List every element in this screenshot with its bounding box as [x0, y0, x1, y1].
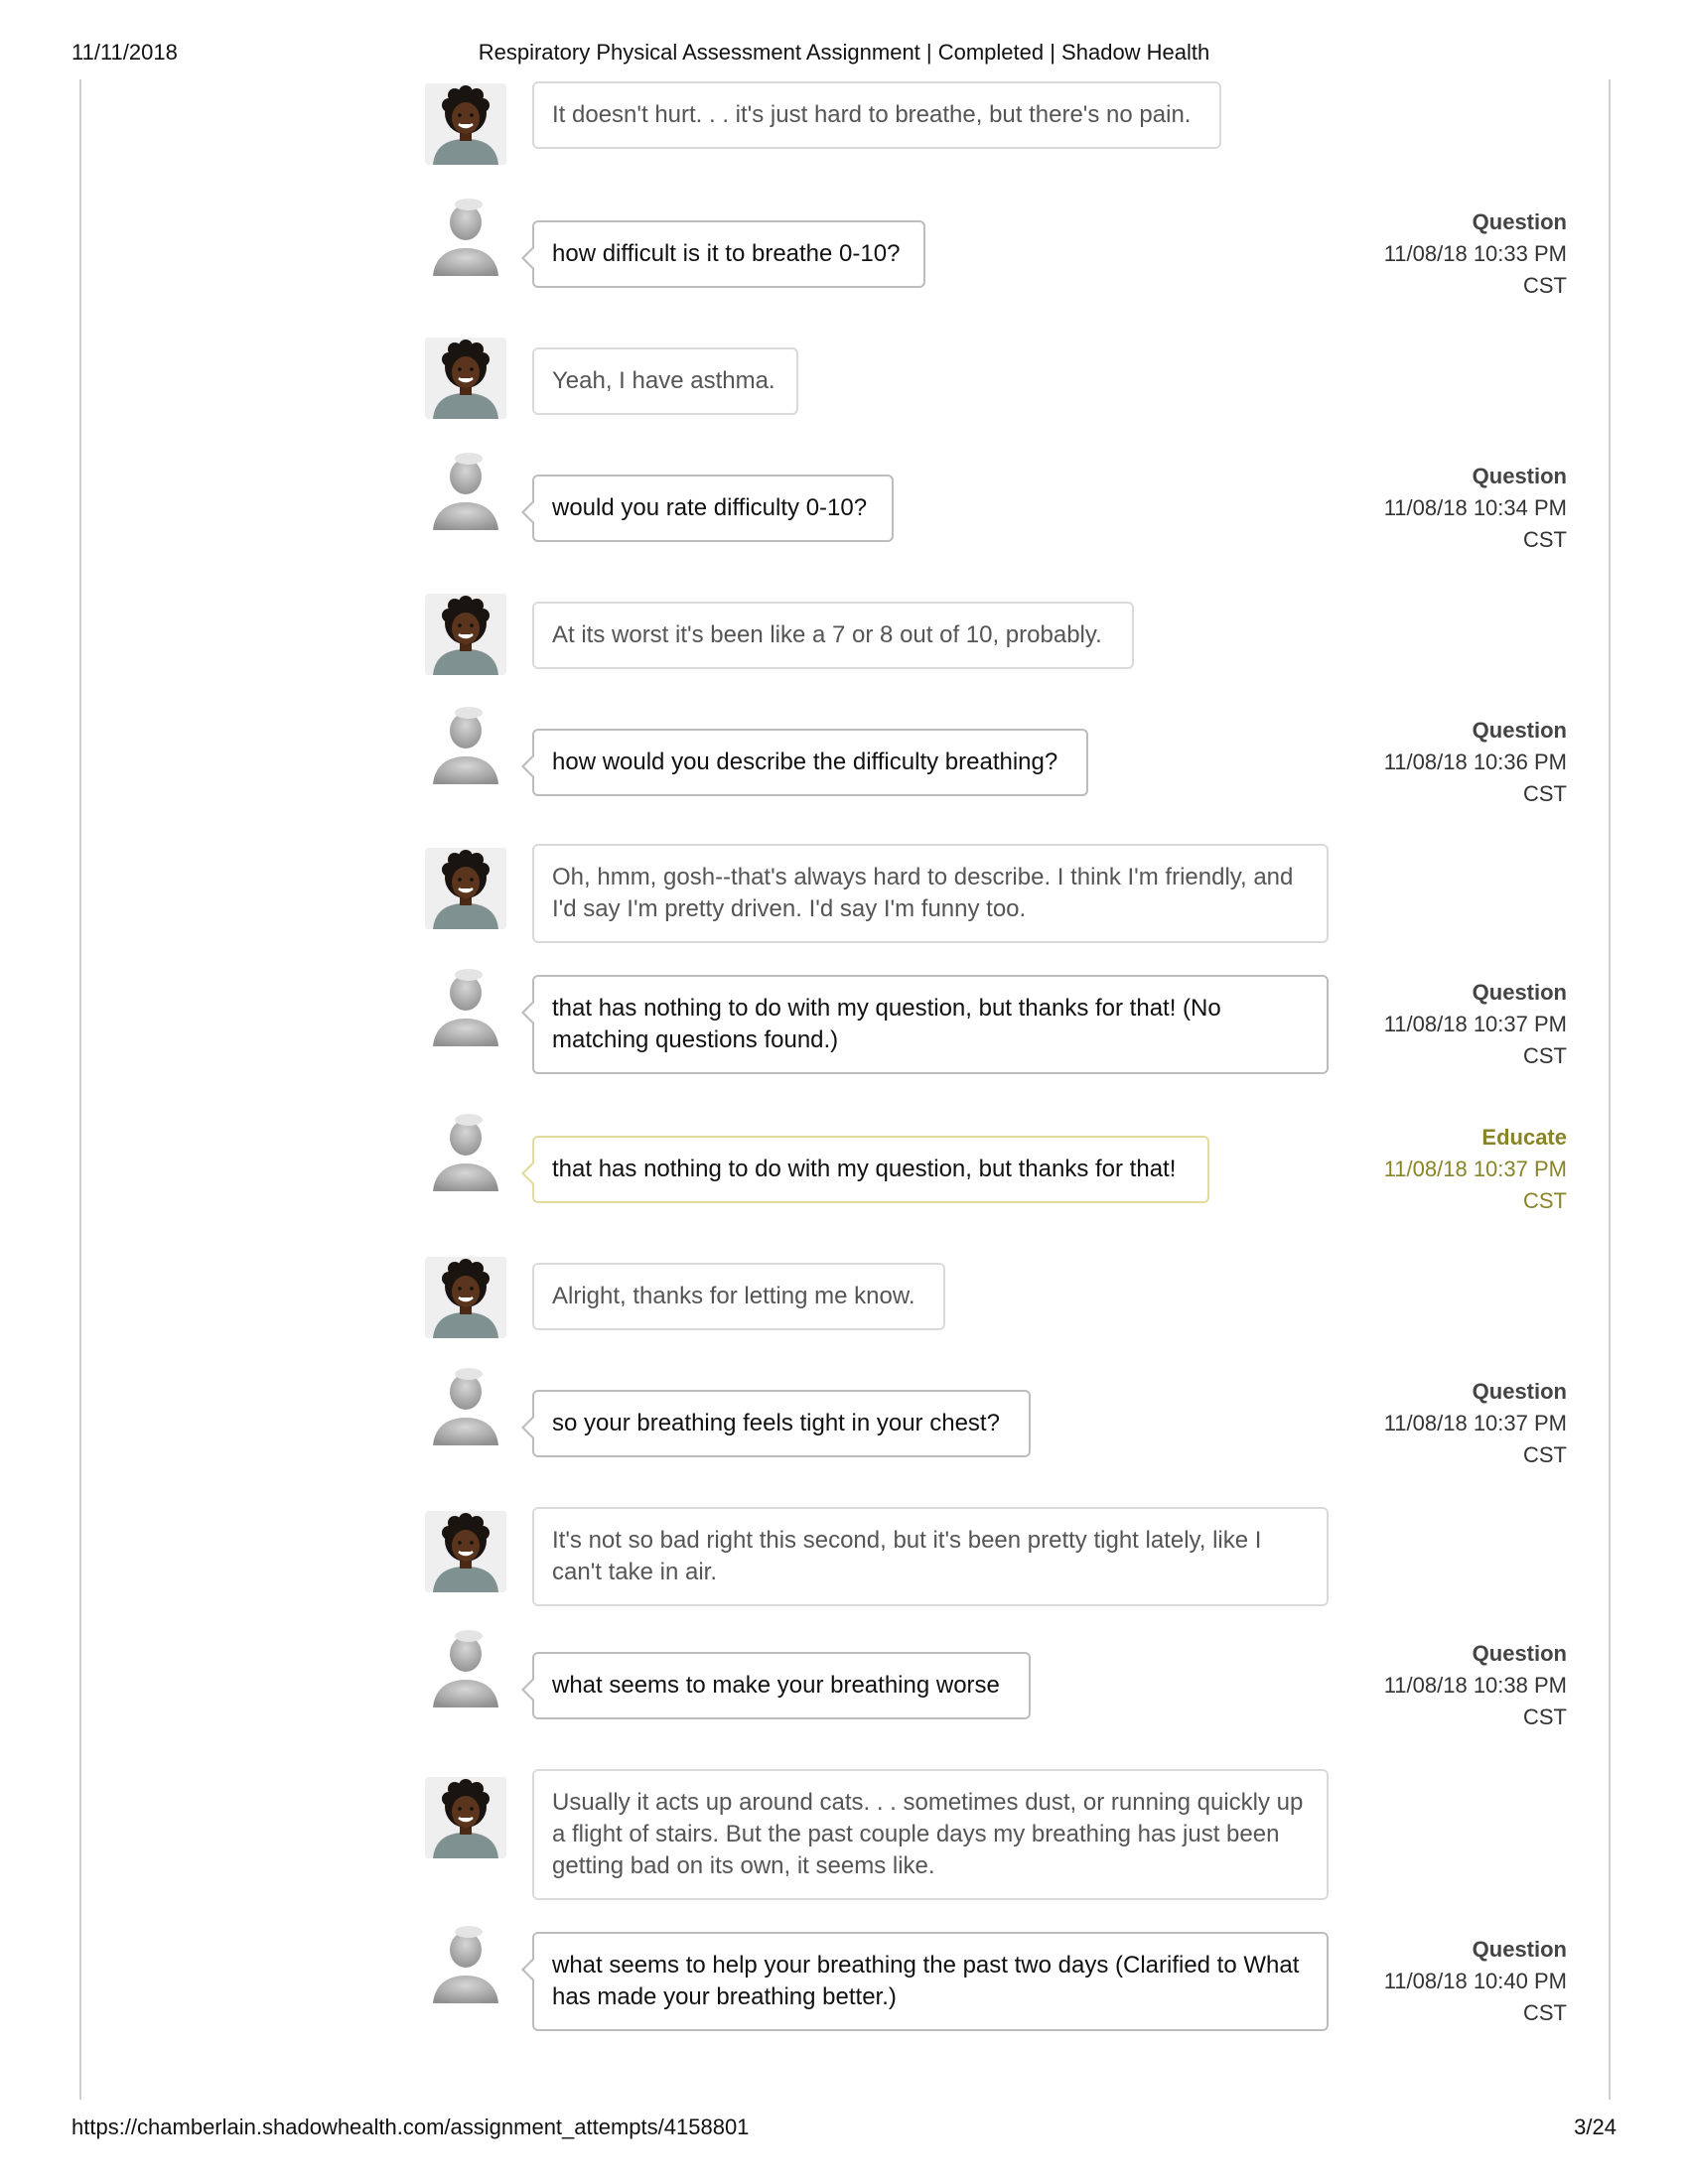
patient-avatar [425, 594, 506, 675]
entry-type-label: Question [1472, 464, 1567, 488]
entry-type-label: Question [1472, 1641, 1567, 1666]
patient-response-bubble: At its worst it's been like a 7 or 8 out… [532, 602, 1134, 669]
entry-metadata: Question 11/08/18 10:34 PM CST [1384, 461, 1567, 556]
entry-timestamp: 11/08/18 10:37 PM [1383, 1157, 1567, 1181]
entry-metadata: Question 11/08/18 10:40 PM CST [1384, 1934, 1567, 2029]
entry-timestamp: 11/08/18 10:36 PM [1383, 750, 1567, 774]
entry-timezone: CST [1523, 527, 1567, 552]
entry-type-label: Educate [1481, 1125, 1567, 1150]
student-question-bubble: how would you describe the difficulty br… [521, 729, 1088, 796]
educate-statement-bubble: that has nothing to do with my question,… [521, 1136, 1209, 1203]
entry-metadata: Question 11/08/18 10:38 PM CST [1384, 1638, 1567, 1733]
patient-avatar [425, 848, 506, 929]
entry-metadata: Question 11/08/18 10:36 PM CST [1384, 715, 1567, 810]
student-avatar [425, 1366, 506, 1447]
entry-timezone: CST [1523, 1188, 1567, 1213]
student-avatar [425, 705, 506, 786]
entry-type-label: Question [1472, 209, 1567, 234]
entry-timestamp: 11/08/18 10:37 PM [1383, 1012, 1567, 1036]
patient-avatar [425, 1777, 506, 1858]
entry-timezone: CST [1523, 1705, 1567, 1729]
entry-timestamp: 11/08/18 10:37 PM [1383, 1411, 1567, 1435]
entry-metadata: Question 11/08/18 10:37 PM CST [1384, 977, 1567, 1072]
entry-metadata: Educate 11/08/18 10:37 PM CST [1384, 1122, 1567, 1217]
student-question-bubble: how difficult is it to breathe 0-10? [521, 220, 925, 288]
entry-timestamp: 11/08/18 10:34 PM [1383, 495, 1567, 520]
student-avatar [425, 1924, 506, 2005]
patient-response-bubble: Oh, hmm, gosh--that's always hard to des… [532, 844, 1329, 943]
entry-timezone: CST [1523, 2000, 1567, 2025]
patient-avatar [425, 1511, 506, 1592]
entry-timezone: CST [1523, 781, 1567, 806]
patient-response-bubble: Alright, thanks for letting me know. [532, 1263, 945, 1330]
patient-avatar [425, 1257, 506, 1338]
student-question-bubble: what seems to help your breathing the pa… [521, 1932, 1329, 2031]
patient-avatar [425, 83, 506, 165]
entry-timezone: CST [1523, 1043, 1567, 1068]
entry-timestamp: 11/08/18 10:33 PM [1383, 241, 1567, 266]
patient-response-bubble: Yeah, I have asthma. [532, 347, 798, 415]
entry-timestamp: 11/08/18 10:40 PM [1383, 1969, 1567, 1993]
student-avatar [425, 1628, 506, 1709]
student-avatar [425, 197, 506, 278]
page-number: 3/24 [1574, 2115, 1617, 2139]
page-title: Respiratory Physical Assessment Assignme… [478, 40, 1210, 65]
entry-timestamp: 11/08/18 10:38 PM [1383, 1673, 1567, 1698]
patient-avatar [425, 338, 506, 419]
patient-response-bubble: It's not so bad right this second, but i… [532, 1507, 1329, 1606]
student-question-bubble: that has nothing to do with my question,… [521, 975, 1329, 1074]
left-border-line [79, 79, 81, 2100]
entry-metadata: Question 11/08/18 10:37 PM CST [1384, 1376, 1567, 1471]
entry-type-label: Question [1472, 980, 1567, 1005]
entry-type-label: Question [1472, 1937, 1567, 1962]
patient-response-bubble: Usually it acts up around cats. . . some… [532, 1769, 1329, 1900]
page-url: https://chamberlain.shadowhealth.com/ass… [71, 2115, 750, 2139]
student-avatar [425, 1112, 506, 1193]
student-question-bubble: what seems to make your breathing worse [521, 1652, 1031, 1719]
entry-timezone: CST [1523, 1442, 1567, 1467]
student-question-bubble: would you rate difficulty 0-10? [521, 475, 894, 542]
patient-response-bubble: It doesn't hurt. . . it's just hard to b… [532, 81, 1221, 149]
entry-type-label: Question [1472, 1379, 1567, 1404]
entry-type-label: Question [1472, 718, 1567, 743]
student-avatar [425, 967, 506, 1048]
right-border-line [1609, 79, 1611, 2100]
student-avatar [425, 451, 506, 532]
student-question-bubble: so your breathing feels tight in your ch… [521, 1390, 1031, 1457]
entry-metadata: Question 11/08/18 10:33 PM CST [1384, 206, 1567, 302]
entry-timezone: CST [1523, 273, 1567, 298]
